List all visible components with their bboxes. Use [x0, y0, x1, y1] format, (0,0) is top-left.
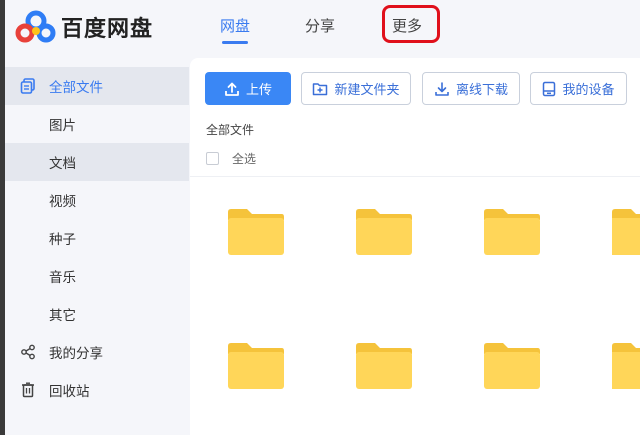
new-folder-button[interactable]: 新建文件夹 [301, 72, 411, 105]
sidebar-item-documents[interactable]: 文档 [5, 143, 189, 181]
sidebar-item-label: 文档 [49, 156, 76, 172]
folder-icon[interactable] [483, 342, 541, 390]
select-all-checkbox[interactable] [206, 152, 219, 165]
breadcrumb[interactable]: 全部文件 [206, 121, 254, 138]
folder-icon[interactable] [355, 208, 413, 256]
offline-download-button[interactable]: 离线下载 [422, 72, 520, 105]
folder-icon[interactable] [227, 208, 285, 256]
sidebar-item-others[interactable]: 其它 [5, 295, 189, 333]
sidebar-item-music[interactable]: 音乐 [5, 257, 189, 295]
sidebar-item-recycle-bin[interactable]: 回收站 [5, 371, 189, 409]
header: 百度网盘 网盘 分享 更多 [5, 0, 640, 58]
new-folder-label: 新建文件夹 [334, 83, 400, 98]
folder-icon[interactable] [611, 342, 640, 390]
tab-netdisk[interactable]: 网盘 [220, 14, 250, 44]
sidebar: 全部文件 图片 文档 视频 种子 音乐 其它 我的分享 回收站 [5, 66, 189, 435]
all-files-icon [19, 77, 37, 95]
sidebar-item-my-shares[interactable]: 我的分享 [5, 333, 189, 371]
sidebar-item-label: 视频 [49, 194, 76, 210]
device-icon [542, 81, 556, 97]
folder-icon[interactable] [483, 208, 541, 256]
highlight-box [382, 5, 440, 43]
divider [190, 176, 640, 177]
recycle-bin-icon [19, 381, 37, 399]
folder-icon[interactable] [611, 208, 640, 256]
upload-button[interactable]: 上传 [205, 72, 291, 105]
logo[interactable]: 百度网盘 [15, 10, 153, 44]
offline-download-label: 离线下载 [455, 83, 508, 98]
download-icon [434, 81, 450, 97]
folder-icon[interactable] [227, 342, 285, 390]
upload-label: 上传 [245, 83, 272, 98]
new-folder-icon [312, 81, 328, 96]
sidebar-item-all-files[interactable]: 全部文件 [5, 67, 189, 105]
share-icon [19, 343, 37, 361]
sidebar-item-label: 全部文件 [49, 80, 103, 96]
folder-icon[interactable] [355, 342, 413, 390]
tab-share[interactable]: 分享 [305, 14, 335, 44]
sidebar-item-label: 其它 [49, 308, 76, 324]
sidebar-item-pictures[interactable]: 图片 [5, 105, 189, 143]
sidebar-item-label: 回收站 [49, 384, 90, 400]
upload-icon [224, 81, 240, 97]
select-all[interactable]: 全选 [206, 150, 256, 167]
my-devices-label: 我的设备 [562, 83, 615, 98]
sidebar-item-label: 音乐 [49, 270, 76, 286]
sidebar-item-torrents[interactable]: 种子 [5, 219, 189, 257]
sidebar-item-videos[interactable]: 视频 [5, 181, 189, 219]
sidebar-item-label: 图片 [49, 118, 76, 134]
logo-text: 百度网盘 [61, 17, 154, 42]
sidebar-item-label: 种子 [49, 232, 76, 248]
sidebar-item-label: 我的分享 [49, 346, 103, 362]
my-devices-button[interactable]: 我的设备 [530, 72, 627, 105]
baidu-netdisk-logo-icon [15, 10, 56, 43]
select-all-label: 全选 [232, 152, 257, 166]
file-area: 上传 新建文件夹 离线下载 我的设备 全部文件 全选 [190, 58, 640, 435]
